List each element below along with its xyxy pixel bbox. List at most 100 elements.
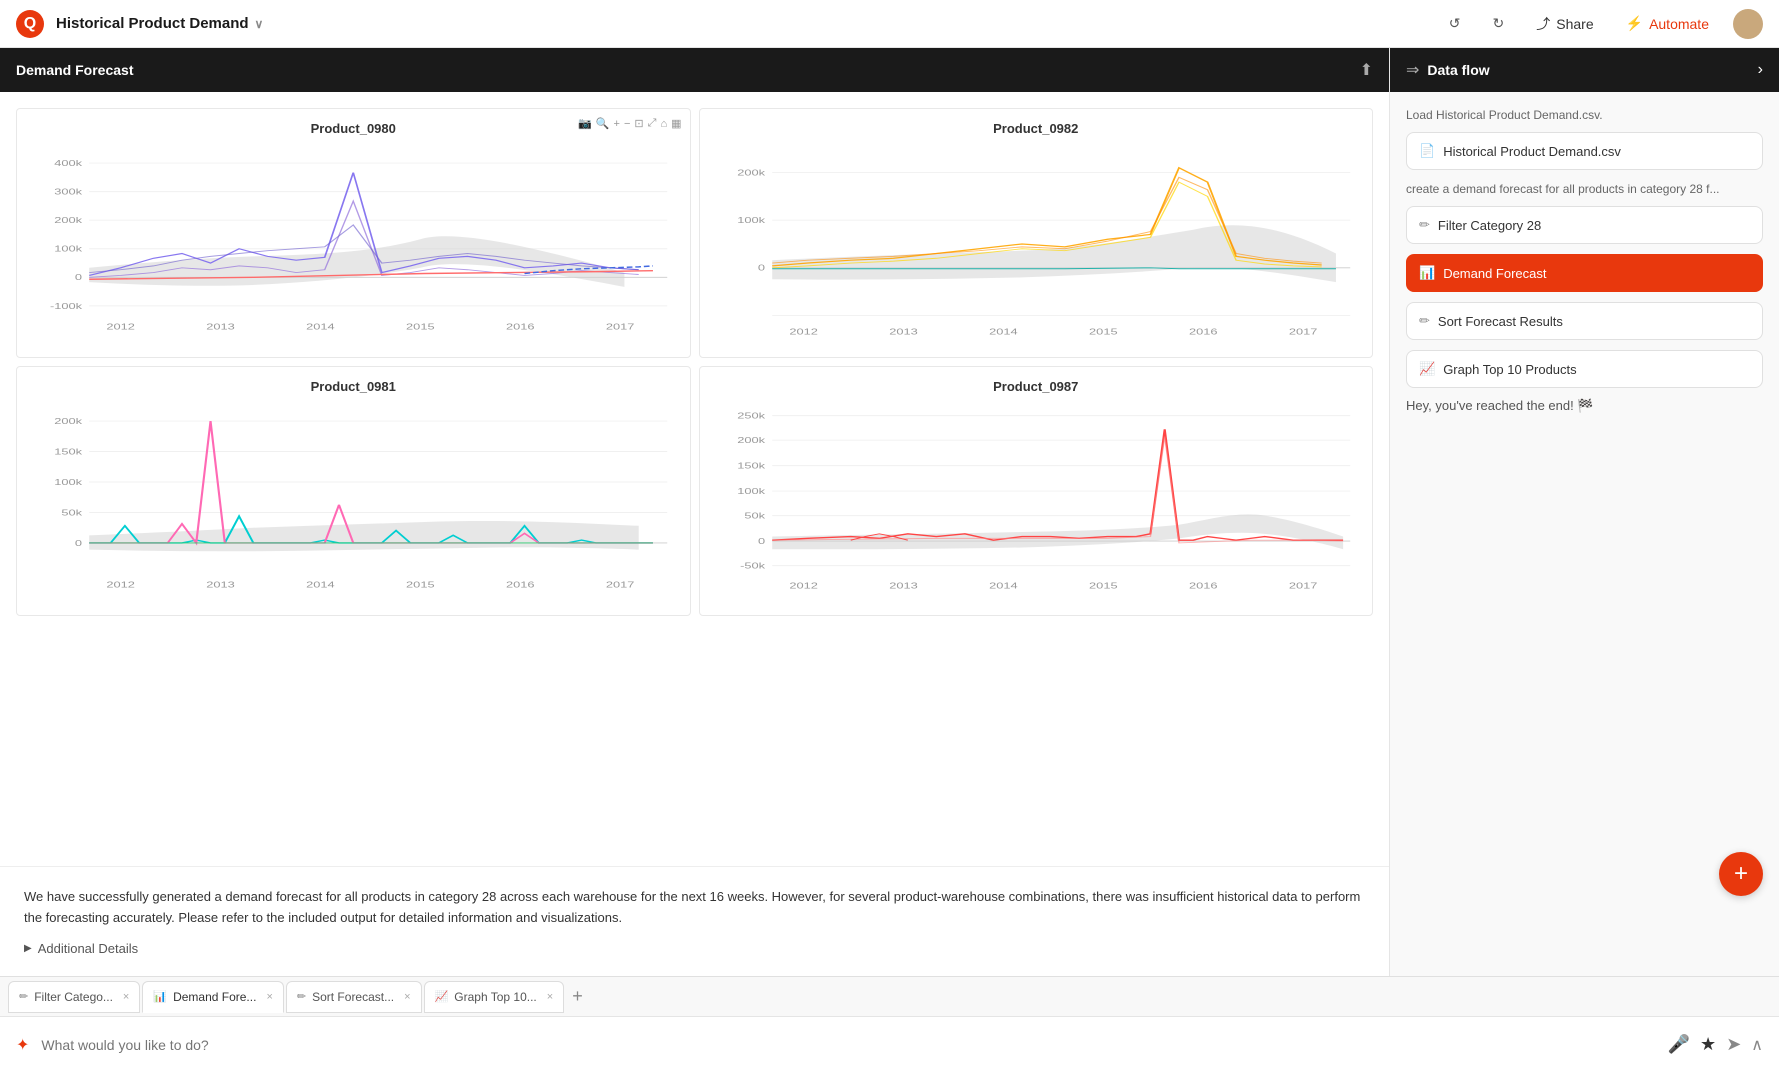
sidebar-step-graph[interactable]: 📈 Graph Top 10 Products — [1406, 350, 1763, 388]
expand-icon[interactable]: ⤢ — [648, 117, 657, 130]
svg-text:0: 0 — [75, 539, 82, 548]
svg-text:2017: 2017 — [1288, 582, 1317, 591]
tab-demand-close[interactable]: × — [266, 991, 272, 1003]
topbar: Q Historical Product Demand ∨ ↺ ↻ ⤴ Shar… — [0, 0, 1779, 48]
chart-product0980: Product_0980 📷 🔍 + − ⊡ ⤢ ⌂ ▦ — [16, 108, 691, 358]
expand-input-icon[interactable]: ∧ — [1751, 1035, 1763, 1055]
title-chevron[interactable]: ∨ — [255, 17, 264, 31]
charts-grid: Product_0980 📷 🔍 + − ⊡ ⤢ ⌂ ▦ — [16, 108, 1373, 616]
svg-text:150k: 150k — [54, 447, 82, 456]
panel-title: Demand Forecast — [16, 62, 133, 78]
svg-text:100k: 100k — [54, 478, 82, 487]
svg-text:100k: 100k — [737, 487, 766, 496]
svg-text:2012: 2012 — [106, 581, 135, 590]
chart-product0981: Product_0981 200k 150k 100k 50k 0 — [16, 366, 691, 616]
fit-icon[interactable]: ⊡ — [634, 117, 643, 130]
chat-input[interactable] — [41, 1037, 1655, 1053]
sidebar-step-demand[interactable]: 📊 Demand Forecast — [1406, 254, 1763, 292]
main-area: Demand Forecast ⬆ Product_0980 📷 🔍 + − ⊡… — [0, 48, 1779, 976]
svg-text:0: 0 — [757, 264, 764, 273]
input-bar: ✦ 🎤 ★ ➤ ∧ — [0, 1016, 1779, 1072]
svg-text:200k: 200k — [54, 417, 82, 426]
svg-text:300k: 300k — [54, 187, 82, 196]
svg-text:2016: 2016 — [506, 581, 535, 590]
redo-button[interactable]: ↻ — [1485, 11, 1513, 36]
microphone-icon[interactable]: 🎤 — [1668, 1034, 1690, 1055]
tab-sort-close[interactable]: × — [404, 991, 410, 1003]
svg-text:100k: 100k — [54, 245, 82, 254]
chart-svg-0981: 200k 150k 100k 50k 0 2012 2013 2014 2015… — [25, 402, 682, 602]
charts-area: Product_0980 📷 🔍 + − ⊡ ⤢ ⌂ ▦ — [0, 92, 1389, 866]
star-icon[interactable]: ★ — [1700, 1034, 1716, 1055]
svg-text:2016: 2016 — [506, 323, 535, 332]
camera-icon[interactable]: 📷 — [578, 117, 592, 130]
tab-demand-icon: 📊 — [153, 990, 167, 1003]
file-item[interactable]: 📄 Historical Product Demand.csv — [1406, 132, 1763, 170]
tab-add-button[interactable]: + — [566, 986, 589, 1007]
svg-text:2012: 2012 — [789, 327, 818, 336]
bar-icon[interactable]: ▦ — [671, 117, 681, 130]
svg-text:2014: 2014 — [989, 327, 1018, 336]
upload-icon[interactable]: ⬆ — [1360, 60, 1373, 80]
graph-step-icon: 📈 — [1419, 361, 1435, 377]
tab-graph-icon: 📈 — [435, 990, 449, 1003]
svg-text:200k: 200k — [737, 168, 765, 177]
tab-sort[interactable]: ✏ Sort Forecast... × — [286, 981, 422, 1013]
tab-graph[interactable]: 📈 Graph Top 10... × — [424, 981, 565, 1013]
app-logo[interactable]: Q — [16, 10, 44, 38]
svg-text:2017: 2017 — [1288, 327, 1317, 336]
zoom-icon[interactable]: 🔍 — [596, 117, 610, 130]
file-name: Historical Product Demand.csv — [1443, 144, 1621, 159]
svg-text:250k: 250k — [737, 412, 766, 421]
svg-text:100k: 100k — [737, 216, 765, 225]
undo-button[interactable]: ↺ — [1441, 11, 1469, 36]
page-title: Historical Product Demand ∨ — [56, 15, 263, 32]
automate-button[interactable]: ⚡ Automate — [1618, 11, 1717, 36]
tab-filter[interactable]: ✏ Filter Catego... × — [8, 981, 140, 1013]
svg-text:0: 0 — [75, 273, 82, 282]
svg-text:2013: 2013 — [889, 582, 918, 591]
svg-text:2015: 2015 — [1089, 582, 1118, 591]
tab-filter-close[interactable]: × — [123, 991, 129, 1003]
chart-toolbar-0980: 📷 🔍 + − ⊡ ⤢ ⌂ ▦ — [578, 117, 681, 130]
minus-icon[interactable]: − — [624, 118, 630, 130]
svg-text:200k: 200k — [54, 216, 82, 225]
svg-text:2014: 2014 — [989, 582, 1018, 591]
svg-text:2015: 2015 — [406, 323, 435, 332]
sidebar-step-filter[interactable]: ✏ Filter Category 28 — [1406, 206, 1763, 244]
svg-text:2015: 2015 — [406, 581, 435, 590]
chart-svg-0987: 250k 200k 150k 100k 50k 0 -50k 2012 2013… — [708, 402, 1365, 602]
svg-text:400k: 400k — [54, 159, 82, 168]
svg-text:2012: 2012 — [789, 582, 818, 591]
sidebar-expand-icon[interactable]: › — [1758, 61, 1763, 79]
chart-svg-0980: 400k 300k 200k 100k 0 -100k 2012 2013 20… — [25, 144, 682, 344]
plus-icon[interactable]: + — [614, 118, 620, 130]
home-icon[interactable]: ⌂ — [660, 118, 667, 130]
chart-title-0982: Product_0982 — [708, 121, 1365, 136]
arrow-icon: ▶ — [24, 943, 32, 954]
send-icon[interactable]: ➤ — [1726, 1034, 1741, 1055]
svg-text:2012: 2012 — [106, 323, 135, 332]
svg-text:2014: 2014 — [306, 323, 335, 332]
tab-demand[interactable]: 📊 Demand Fore... × — [142, 981, 284, 1013]
tab-graph-close[interactable]: × — [547, 991, 553, 1003]
forecast-summary-text: We have successfully generated a demand … — [24, 887, 1365, 929]
share-button[interactable]: ⤴ Share — [1528, 10, 1601, 38]
svg-text:2016: 2016 — [1188, 582, 1217, 591]
additional-details-toggle[interactable]: ▶ Additional Details — [24, 941, 1365, 956]
svg-text:150k: 150k — [737, 462, 766, 471]
svg-text:2015: 2015 — [1089, 327, 1118, 336]
user-avatar[interactable] — [1733, 9, 1763, 39]
chart-title-0981: Product_0981 — [25, 379, 682, 394]
topbar-actions: ↺ ↻ ⤴ Share ⚡ Automate — [1441, 9, 1763, 39]
sidebar-step-sort[interactable]: ✏ Sort Forecast Results — [1406, 302, 1763, 340]
create-text: create a demand forecast for all product… — [1406, 182, 1763, 196]
svg-text:2013: 2013 — [206, 581, 235, 590]
fab-button[interactable]: + — [1719, 852, 1763, 896]
input-sparkle-icon: ✦ — [16, 1035, 29, 1055]
chart-svg-0982: 200k 100k 0 2012 2013 2014 2015 2016 201… — [708, 144, 1365, 344]
end-text: Hey, you've reached the end! 🏁 — [1406, 398, 1763, 414]
bottom-text-area: We have successfully generated a demand … — [0, 866, 1389, 976]
sidebar-content: Load Historical Product Demand.csv. 📄 Hi… — [1390, 92, 1779, 976]
svg-text:2014: 2014 — [306, 581, 335, 590]
